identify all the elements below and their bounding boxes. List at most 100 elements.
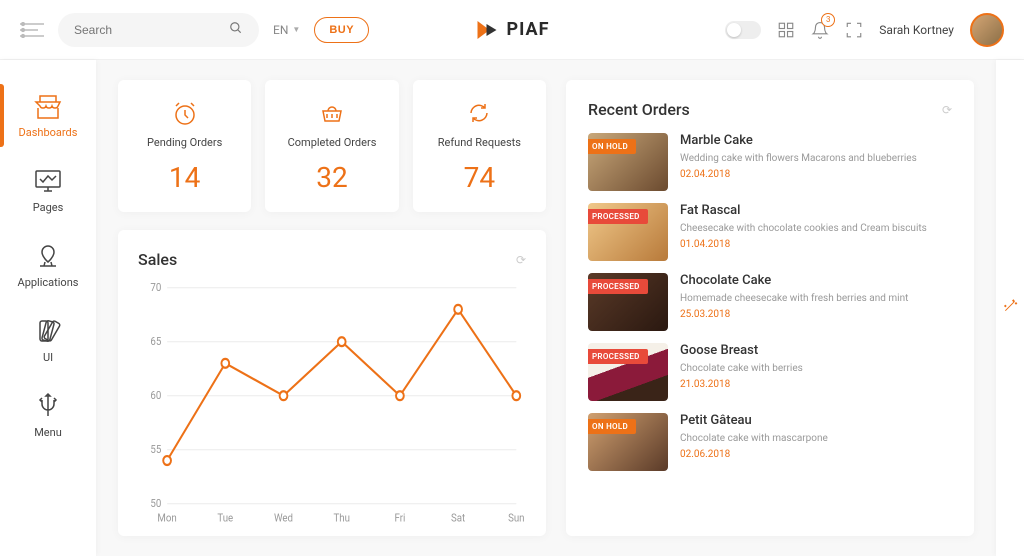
grid-apps-icon[interactable] bbox=[777, 21, 795, 39]
order-item[interactable]: PROCESSED Goose Breast Chocolate cake wi… bbox=[588, 343, 952, 401]
order-name: Goose Breast bbox=[680, 343, 952, 358]
stat-value: 74 bbox=[423, 161, 536, 194]
order-status-badge: PROCESSED bbox=[588, 209, 648, 224]
stat-value: 14 bbox=[128, 161, 241, 194]
username-label: Sarah Kortney bbox=[879, 23, 954, 37]
svg-text:60: 60 bbox=[150, 388, 161, 402]
sidebar-item-dashboards[interactable]: Dashboards bbox=[0, 78, 96, 153]
svg-text:Wed: Wed bbox=[274, 511, 293, 525]
customizer-rail[interactable] bbox=[996, 60, 1024, 556]
chevron-down-icon: ▼ bbox=[292, 25, 300, 34]
order-date: 02.06.2018 bbox=[680, 449, 952, 460]
order-info: Chocolate Cake Homemade cheesecake with … bbox=[680, 273, 952, 320]
sidebar-item-label: Dashboards bbox=[19, 126, 78, 139]
order-name: Fat Rascal bbox=[680, 203, 952, 218]
user-avatar[interactable] bbox=[970, 13, 1004, 47]
order-date: 21.03.2018 bbox=[680, 379, 952, 390]
order-status-badge: PROCESSED bbox=[588, 349, 648, 364]
swatch-icon bbox=[32, 317, 64, 345]
order-item[interactable]: ON HOLD Petit Gâteau Chocolate cake with… bbox=[588, 413, 952, 471]
order-info: Goose Breast Chocolate cake with berries… bbox=[680, 343, 952, 390]
refresh-icon[interactable]: ⟳ bbox=[942, 103, 952, 117]
brand[interactable]: PIAF bbox=[475, 18, 550, 42]
magic-wand-icon bbox=[1002, 298, 1018, 318]
stat-value: 32 bbox=[275, 161, 388, 194]
order-description: Chocolate cake with berries bbox=[680, 362, 952, 375]
svg-text:65: 65 bbox=[150, 334, 161, 348]
order-name: Petit Gâteau bbox=[680, 413, 952, 428]
refresh-icon[interactable]: ⟳ bbox=[516, 253, 526, 267]
order-status-badge: PROCESSED bbox=[588, 279, 648, 294]
shop-icon bbox=[32, 92, 64, 120]
sales-chart: 5055606570MonTueWedThuFriSatSun bbox=[138, 281, 526, 526]
order-item[interactable]: PROCESSED Fat Rascal Cheesecake with cho… bbox=[588, 203, 952, 261]
sidebar-item-menu[interactable]: Menu bbox=[0, 378, 96, 453]
order-date: 01.04.2018 bbox=[680, 239, 952, 250]
svg-text:Tue: Tue bbox=[217, 511, 233, 525]
topbar: EN ▼ BUY PIAF 3 Sarah Kortney bbox=[0, 0, 1024, 60]
order-name: Chocolate Cake bbox=[680, 273, 952, 288]
search-input[interactable] bbox=[74, 23, 229, 37]
order-status-badge: ON HOLD bbox=[588, 139, 636, 154]
recent-orders-card: Recent Orders ⟳ ON HOLD Marble Cake Wedd… bbox=[566, 80, 974, 536]
fullscreen-icon[interactable] bbox=[845, 21, 863, 39]
order-item[interactable]: ON HOLD Marble Cake Wedding cake with fl… bbox=[588, 133, 952, 191]
stat-label: Pending Orders bbox=[128, 136, 241, 149]
order-thumbnail: PROCESSED bbox=[588, 273, 668, 331]
order-status-badge: ON HOLD bbox=[588, 419, 636, 434]
bell-icon[interactable]: 3 bbox=[811, 21, 829, 39]
order-description: Chocolate cake with mascarpone bbox=[680, 432, 952, 445]
dark-mode-toggle[interactable] bbox=[725, 21, 761, 39]
order-date: 25.03.2018 bbox=[680, 309, 952, 320]
sidebar-item-label: UI bbox=[43, 351, 53, 364]
stat-label: Refund Requests bbox=[423, 136, 536, 149]
order-name: Marble Cake bbox=[680, 133, 952, 148]
order-info: Petit Gâteau Chocolate cake with mascarp… bbox=[680, 413, 952, 460]
refund-icon bbox=[423, 98, 536, 128]
sales-title: Sales bbox=[138, 250, 177, 269]
basket-icon bbox=[275, 98, 388, 128]
language-label: EN bbox=[273, 23, 288, 37]
trident-icon bbox=[32, 392, 64, 420]
order-thumbnail: PROCESSED bbox=[588, 203, 668, 261]
order-thumbnail: ON HOLD bbox=[588, 133, 668, 191]
search-input-container[interactable] bbox=[58, 13, 259, 47]
sidebar-item-label: Menu bbox=[34, 426, 62, 439]
search-icon bbox=[229, 21, 243, 39]
sidebar-item-ui[interactable]: UI bbox=[0, 303, 96, 378]
monitor-icon bbox=[32, 167, 64, 195]
notifications-badge: 3 bbox=[821, 13, 835, 27]
order-description: Wedding cake with flowers Macarons and b… bbox=[680, 152, 952, 165]
sidebar-item-applications[interactable]: Applications bbox=[0, 228, 96, 303]
svg-text:55: 55 bbox=[150, 442, 161, 456]
sidebar-item-label: Applications bbox=[18, 276, 79, 289]
order-thumbnail: ON HOLD bbox=[588, 413, 668, 471]
svg-text:50: 50 bbox=[150, 496, 161, 510]
buy-button[interactable]: BUY bbox=[314, 17, 369, 43]
svg-text:Sun: Sun bbox=[508, 511, 525, 525]
order-date: 02.04.2018 bbox=[680, 169, 952, 180]
stat-card-completed[interactable]: Completed Orders 32 bbox=[265, 80, 398, 212]
order-item[interactable]: PROCESSED Chocolate Cake Homemade cheese… bbox=[588, 273, 952, 331]
stat-card-pending[interactable]: Pending Orders 14 bbox=[118, 80, 251, 212]
svg-text:Thu: Thu bbox=[333, 511, 350, 525]
sidebar: Dashboards Pages Applications UI Menu bbox=[0, 60, 96, 556]
menu-toggle-icon[interactable] bbox=[20, 22, 44, 38]
sidebar-item-pages[interactable]: Pages bbox=[0, 153, 96, 228]
stats-row: Pending Orders 14 Completed Orders 32 Re… bbox=[118, 80, 546, 212]
svg-text:Sat: Sat bbox=[451, 511, 466, 525]
order-list: ON HOLD Marble Cake Wedding cake with fl… bbox=[588, 133, 952, 471]
order-info: Marble Cake Wedding cake with flowers Ma… bbox=[680, 133, 952, 180]
svg-text:70: 70 bbox=[150, 281, 161, 294]
sales-card: Sales ⟳ 5055606570MonTueWedThuFriSatSun bbox=[118, 230, 546, 536]
order-thumbnail: PROCESSED bbox=[588, 343, 668, 401]
language-selector[interactable]: EN ▼ bbox=[273, 23, 300, 37]
brand-logo-icon bbox=[475, 18, 499, 42]
svg-text:Mon: Mon bbox=[157, 511, 177, 525]
balloon-icon bbox=[32, 242, 64, 270]
stat-card-refunds[interactable]: Refund Requests 74 bbox=[413, 80, 546, 212]
recent-orders-title: Recent Orders bbox=[588, 100, 690, 119]
order-description: Cheesecake with chocolate cookies and Cr… bbox=[680, 222, 952, 235]
brand-name: PIAF bbox=[507, 19, 550, 40]
order-info: Fat Rascal Cheesecake with chocolate coo… bbox=[680, 203, 952, 250]
